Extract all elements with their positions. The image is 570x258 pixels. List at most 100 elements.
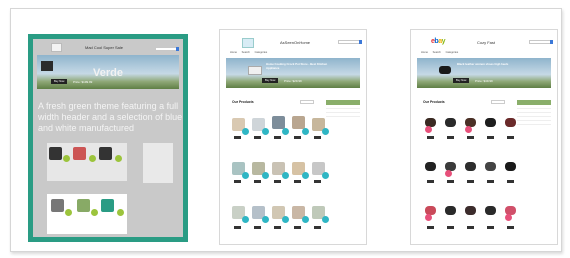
nav-home[interactable]: Home: [421, 51, 428, 54]
buy-button[interactable]: [447, 180, 454, 183]
buy-now-button[interactable]: Buy Now: [262, 78, 279, 83]
buy-button[interactable]: [234, 136, 241, 139]
product-thumb[interactable]: [505, 118, 516, 127]
price-tag-icon: [322, 216, 329, 223]
product-thumb[interactable]: [445, 206, 456, 215]
section-title: Our Products: [232, 100, 254, 104]
theme-name: Verde: [93, 67, 123, 79]
buy-button[interactable]: [427, 136, 434, 139]
buy-button[interactable]: [254, 180, 261, 183]
product-thumb[interactable]: [445, 118, 456, 127]
product-thumb[interactable]: [99, 147, 112, 160]
product-image: [439, 66, 451, 74]
product-thumb[interactable]: [49, 147, 62, 160]
search-input[interactable]: [529, 40, 551, 44]
nav-categories[interactable]: Categories: [255, 51, 268, 54]
search-input[interactable]: [155, 47, 177, 51]
price-tag-icon: [282, 216, 289, 223]
banner-price: Price: $29.99: [284, 79, 302, 83]
buy-button[interactable]: [507, 226, 514, 229]
price-tag-icon: [445, 170, 452, 177]
buy-button[interactable]: [507, 136, 514, 139]
buy-button[interactable]: [467, 180, 474, 183]
product-thumb[interactable]: [272, 116, 285, 129]
nav-home[interactable]: Home: [230, 51, 237, 54]
product-thumb[interactable]: [77, 199, 90, 212]
search-icon[interactable]: [550, 40, 553, 44]
theme-card-verde[interactable]: Mad Cool Super Sale Buy Now Price: $199.…: [28, 34, 188, 242]
buy-button[interactable]: [487, 226, 494, 229]
store-title: Cozy Fast: [477, 40, 496, 45]
price-tag-icon: [465, 126, 472, 133]
price-tag-icon: [242, 216, 249, 223]
buy-button[interactable]: [254, 136, 261, 139]
buy-button[interactable]: [467, 226, 474, 229]
logo-icon: [51, 43, 62, 52]
buy-button[interactable]: [314, 180, 321, 183]
buy-button[interactable]: [507, 180, 514, 183]
price-tag-icon: [282, 128, 289, 135]
buy-button[interactable]: [427, 226, 434, 229]
product-thumb[interactable]: [485, 118, 496, 127]
buy-button[interactable]: [294, 226, 301, 229]
product-thumb[interactable]: [485, 162, 496, 171]
store-title: Mad Cool Super Sale: [85, 45, 124, 50]
store-header: AsSeenOnHome Home Search Categories: [220, 30, 366, 54]
price-tag-icon: [63, 155, 70, 162]
product-thumb[interactable]: [292, 116, 305, 129]
product-thumb[interactable]: [101, 199, 114, 212]
buy-button[interactable]: [294, 136, 301, 139]
buy-button[interactable]: [447, 136, 454, 139]
search-icon[interactable]: [359, 40, 362, 44]
nav-categories[interactable]: Categories: [446, 51, 459, 54]
search-input[interactable]: [338, 40, 360, 44]
theme-card-icons[interactable]: AsSeenOnHome Home Search Categories Home…: [219, 29, 367, 245]
nav-search[interactable]: Search: [433, 51, 441, 54]
sort-select[interactable]: [491, 100, 505, 104]
price-tag-icon: [425, 126, 432, 133]
price-tag-icon: [65, 209, 72, 216]
buy-button[interactable]: [274, 136, 281, 139]
product-thumb[interactable]: [465, 162, 476, 171]
product-thumb[interactable]: [485, 206, 496, 215]
price-tag-icon: [242, 128, 249, 135]
search-icon[interactable]: [176, 47, 179, 51]
buy-button[interactable]: [487, 136, 494, 139]
product-thumb[interactable]: [51, 199, 64, 212]
buy-button[interactable]: [447, 226, 454, 229]
buy-button[interactable]: [234, 226, 241, 229]
buy-button[interactable]: [294, 180, 301, 183]
banner-price: Price: $49.99: [475, 79, 493, 83]
buy-button[interactable]: [487, 180, 494, 183]
buy-button[interactable]: [234, 180, 241, 183]
buy-button[interactable]: [467, 136, 474, 139]
buy-button[interactable]: [427, 180, 434, 183]
buy-button[interactable]: [314, 136, 321, 139]
product-thumb[interactable]: [465, 206, 476, 215]
product-image: [248, 66, 262, 75]
nav-search[interactable]: Search: [242, 51, 250, 54]
buy-button[interactable]: [274, 180, 281, 183]
hero-banner: Black leather women shoes high heels Buy…: [417, 58, 551, 88]
store-header: ebay Cozy Fast Home Search Categories: [411, 30, 557, 54]
buy-button[interactable]: [314, 226, 321, 229]
price-tag-icon: [242, 172, 249, 179]
price-tag-icon: [302, 216, 309, 223]
price-tag-icon: [282, 172, 289, 179]
theme-card-ebay[interactable]: ebay Cozy Fast Home Search Categories Bl…: [410, 29, 558, 245]
price-tag-icon: [322, 128, 329, 135]
price-tag-icon: [505, 214, 512, 221]
buy-button[interactable]: [254, 226, 261, 229]
product-thumb[interactable]: [505, 162, 516, 171]
price-tag-icon: [262, 216, 269, 223]
product-thumb[interactable]: [73, 147, 86, 160]
buy-now-button[interactable]: Buy Now: [51, 79, 68, 84]
buy-now-button[interactable]: Buy Now: [453, 78, 470, 83]
price-tag-icon: [302, 128, 309, 135]
buy-button[interactable]: [274, 226, 281, 229]
sort-select[interactable]: [300, 100, 314, 104]
logo-icon: [242, 38, 254, 48]
price-tag-icon: [302, 172, 309, 179]
product-thumb[interactable]: [425, 162, 436, 171]
price-tag-icon: [262, 128, 269, 135]
